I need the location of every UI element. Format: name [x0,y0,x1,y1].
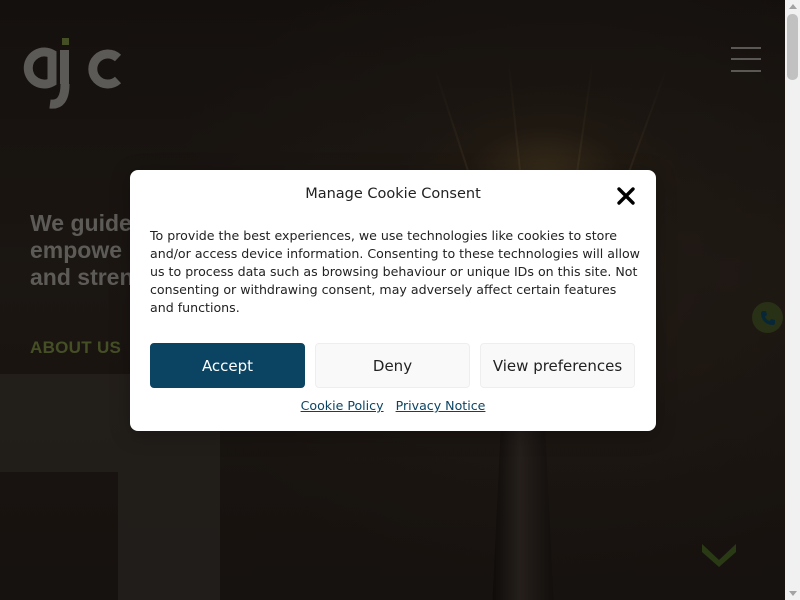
view-preferences-button[interactable]: View preferences [480,343,635,388]
close-icon [617,187,635,205]
dialog-links: Cookie Policy Privacy Notice [130,398,656,413]
dialog-message: To provide the best experiences, we use … [150,228,640,315]
scrollbar[interactable] [785,0,800,600]
cookie-consent-dialog: Manage Cookie Consent To provide the bes… [130,170,656,431]
scrollbar-thumb[interactable] [787,14,798,80]
deny-button[interactable]: Deny [315,343,470,388]
close-button[interactable] [616,186,636,206]
dialog-title: Manage Cookie Consent [305,186,481,202]
accept-button[interactable]: Accept [150,343,305,388]
cookie-policy-link[interactable]: Cookie Policy [301,398,384,413]
scroll-down-arrow-icon[interactable] [789,591,797,596]
privacy-notice-link[interactable]: Privacy Notice [396,398,486,413]
scroll-up-arrow-icon[interactable] [789,4,797,9]
